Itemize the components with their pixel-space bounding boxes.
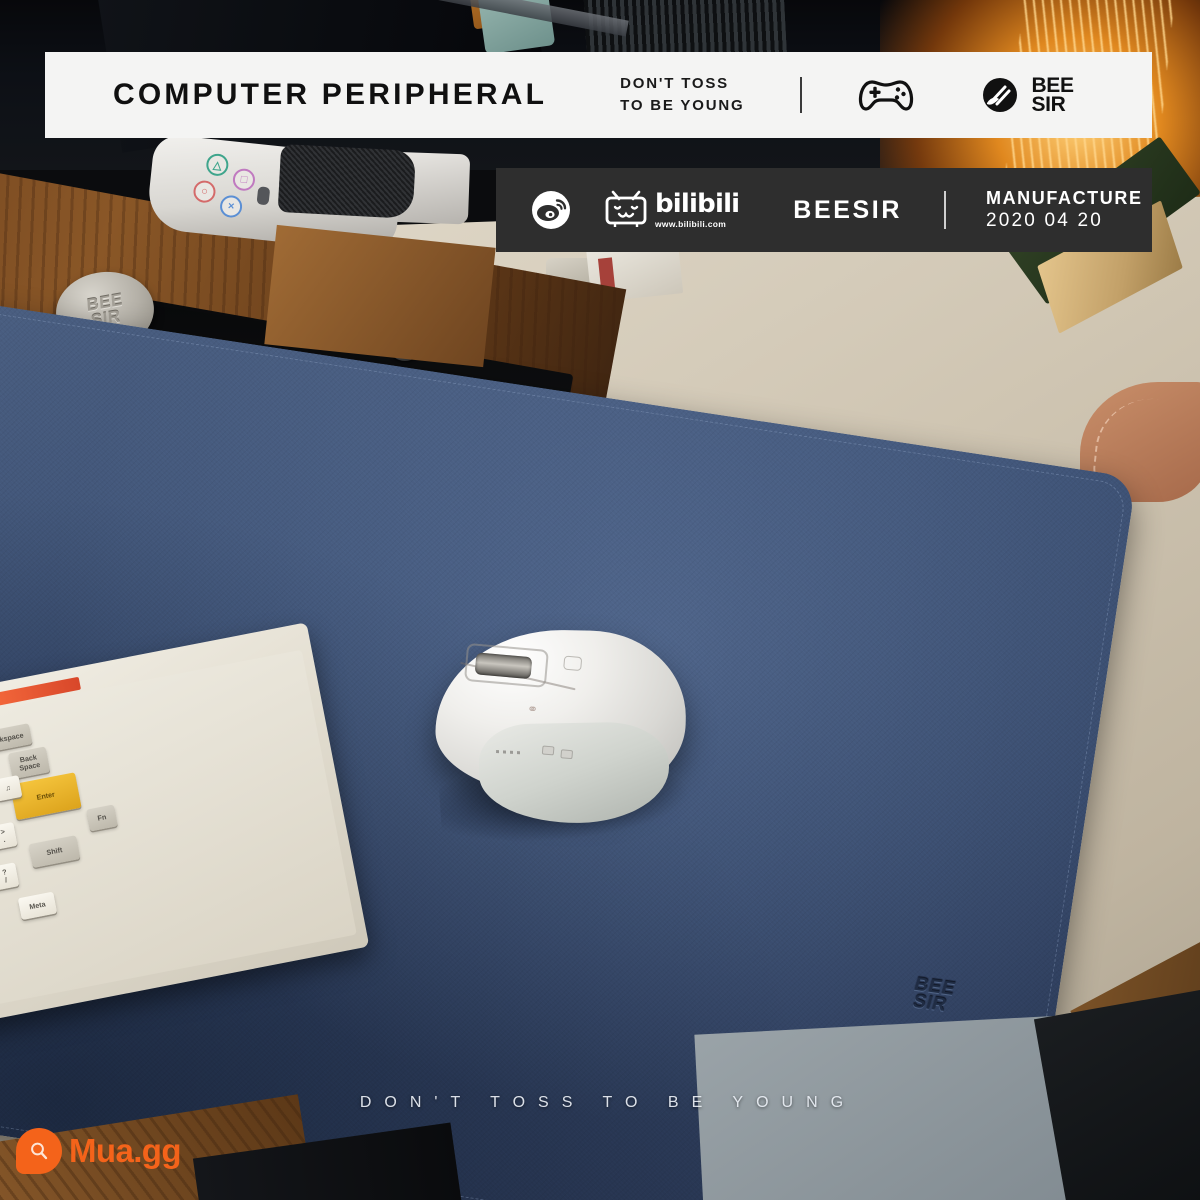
- manufacture-info: MANUFACTURE 2020 04 20: [986, 187, 1143, 233]
- mouse-side-button: [560, 749, 574, 760]
- gamepad-icon: [856, 75, 916, 115]
- mouse-thumb-rest: [478, 721, 670, 825]
- info-divider: [943, 191, 946, 229]
- controller-grip-texture: [277, 143, 417, 219]
- slogan-line-2: TO BE YOUNG: [620, 97, 745, 114]
- mouse-brand-logo-icon: ⚭: [526, 701, 539, 717]
- brand-logo-text: BEE SIR: [1031, 75, 1074, 116]
- manufacture-date: 2020 04 20: [985, 210, 1104, 232]
- header-slogan: DON'T TOSS TO BE YOUNG: [620, 73, 744, 117]
- watermark-text: Mua.gg: [69, 1132, 181, 1169]
- info-brand-name: BEESIR: [793, 195, 902, 224]
- brand-logo-line-2: SIR: [1031, 93, 1066, 116]
- header-divider: [800, 77, 803, 113]
- brand-logo: BEE SIR: [978, 73, 1074, 117]
- controller-option-button: [256, 186, 271, 206]
- weibo-icon: [527, 186, 575, 234]
- site-watermark[interactable]: Mua.gg: [16, 1128, 181, 1174]
- slogan-line-1: DON'T TOSS: [620, 75, 729, 93]
- bilibili-wordmark: bilibili: [655, 189, 740, 219]
- header-banner: COMPUTER PERIPHERAL DON'T TOSS TO BE YOU…: [45, 52, 1152, 138]
- wireless-mouse: ⚭: [420, 611, 706, 853]
- pad-emboss-line-2: SIR: [910, 991, 950, 1016]
- bilibili-logo: bilibili www.bilibili.com: [603, 188, 740, 232]
- bilibili-url: www.bilibili.com: [655, 219, 727, 229]
- mouse-side-button: [541, 745, 555, 756]
- search-bubble-icon: [16, 1128, 62, 1174]
- manufacture-label: MANUFACTURE: [985, 187, 1143, 208]
- beesir-circle-logo-icon: [983, 78, 1018, 112]
- bilibili-tv-icon: [605, 190, 647, 227]
- product-image-stage: △ □ ○ × BEE SIR BEE SIR Backspace Back Spac…: [0, 0, 1200, 1200]
- product-tagline: DON'T TOSS TO BE YOUNG: [359, 1094, 857, 1111]
- mouse-mode-button: [563, 655, 583, 672]
- keyboard-wrist-wood: [264, 224, 496, 368]
- info-banner: bilibili www.bilibili.com BEESIR MANUFAC…: [496, 168, 1152, 252]
- page-title: COMPUTER PERIPHERAL: [113, 78, 548, 111]
